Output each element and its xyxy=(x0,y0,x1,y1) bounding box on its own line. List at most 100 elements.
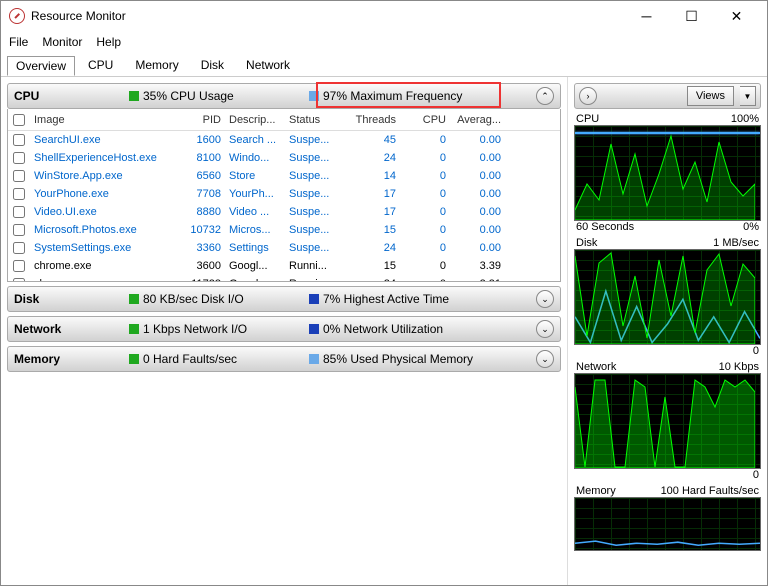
table-row[interactable]: chrome.exe11728Googl...Runni...2402.31 xyxy=(8,275,560,281)
cell-status: Runni... xyxy=(285,260,340,272)
table-body[interactable]: SearchUI.exe1600Search ...Suspe...4500.0… xyxy=(8,131,560,281)
section-network-header[interactable]: Network 1 Kbps Network I/O 0% Network Ut… xyxy=(7,316,561,342)
cell-avg: 0.00 xyxy=(450,188,505,200)
cell-cpu: 0 xyxy=(400,152,450,164)
cpu-collapse-icon[interactable]: ⌃ xyxy=(536,87,554,105)
cpu-freq-stat: 97% Maximum Frequency xyxy=(309,89,462,103)
cell-threads: 17 xyxy=(340,188,400,200)
row-checkbox[interactable] xyxy=(13,206,25,218)
views-button[interactable]: Views xyxy=(687,86,734,106)
cell-desc: Store xyxy=(225,170,285,182)
col-cpu[interactable]: CPU xyxy=(400,114,450,126)
disk-active-icon xyxy=(309,294,319,304)
cell-status: Runni... xyxy=(285,278,340,281)
memory-expand-icon[interactable]: ⌄ xyxy=(536,350,554,368)
col-avg[interactable]: Averag... xyxy=(450,114,505,126)
tab-disk[interactable]: Disk xyxy=(192,55,233,75)
cell-image: ShellExperienceHost.exe xyxy=(30,152,175,164)
col-pid[interactable]: PID xyxy=(175,114,225,126)
cell-threads: 15 xyxy=(340,260,400,272)
col-desc[interactable]: Descrip... xyxy=(225,114,285,126)
table-row[interactable]: YourPhone.exe7708YourPh...Suspe...1700.0… xyxy=(8,185,560,203)
cell-desc: Settings xyxy=(225,242,285,254)
col-threads[interactable]: Threads xyxy=(340,114,400,126)
net-io-icon xyxy=(129,324,139,334)
cell-image: WinStore.App.exe xyxy=(30,170,175,182)
net-util-icon xyxy=(309,324,319,334)
row-checkbox[interactable] xyxy=(13,188,25,200)
cell-desc: Googl... xyxy=(225,260,285,272)
cell-pid: 8880 xyxy=(175,206,225,218)
row-checkbox[interactable] xyxy=(13,152,25,164)
table-row[interactable]: SystemSettings.exe3360SettingsSuspe...24… xyxy=(8,239,560,257)
cell-desc: Windo... xyxy=(225,152,285,164)
disk-expand-icon[interactable]: ⌄ xyxy=(536,290,554,308)
cell-status: Suspe... xyxy=(285,242,340,254)
cell-image: SearchUI.exe xyxy=(30,134,175,146)
row-checkbox[interactable] xyxy=(13,260,25,272)
cell-status: Suspe... xyxy=(285,152,340,164)
table-row[interactable]: chrome.exe3600Googl...Runni...1503.39 xyxy=(8,257,560,275)
charts-collapse-icon[interactable]: › xyxy=(579,87,597,105)
chart-network-canvas xyxy=(574,373,761,469)
select-all-checkbox[interactable] xyxy=(13,114,25,126)
chart-cpu: CPU100% 60 Seconds0% xyxy=(574,113,761,233)
row-checkbox[interactable] xyxy=(13,170,25,182)
cell-desc: Googl... xyxy=(225,278,285,281)
cell-image: YourPhone.exe xyxy=(30,188,175,200)
menu-help[interactable]: Help xyxy=(96,35,121,49)
maximize-button[interactable]: ☐ xyxy=(669,2,714,30)
cell-avg: 2.31 xyxy=(450,278,505,281)
left-pane: CPU 35% CPU Usage 97% Maximum Frequency … xyxy=(1,77,567,585)
chart-network: Network10 Kbps 0 xyxy=(574,361,761,481)
cell-threads: 45 xyxy=(340,134,400,146)
cell-threads: 14 xyxy=(340,170,400,182)
row-checkbox[interactable] xyxy=(13,278,25,281)
minimize-button[interactable]: ─ xyxy=(624,2,669,30)
cell-image: Microsoft.Photos.exe xyxy=(30,224,175,236)
cell-pid: 8100 xyxy=(175,152,225,164)
cell-cpu: 0 xyxy=(400,224,450,236)
cell-cpu: 0 xyxy=(400,206,450,218)
table-header: Image PID Descrip... Status Threads CPU … xyxy=(8,109,560,131)
cell-desc: Search ... xyxy=(225,134,285,146)
table-row[interactable]: Video.UI.exe8880Video ...Suspe...1700.00 xyxy=(8,203,560,221)
tab-memory[interactable]: Memory xyxy=(126,55,187,75)
chart-memory-canvas xyxy=(574,497,761,551)
tab-cpu[interactable]: CPU xyxy=(79,55,122,75)
tab-network[interactable]: Network xyxy=(237,55,299,75)
section-memory-header[interactable]: Memory 0 Hard Faults/sec 85% Used Physic… xyxy=(7,346,561,372)
table-row[interactable]: WinStore.App.exe6560StoreSuspe...1400.00 xyxy=(8,167,560,185)
title-bar: Resource Monitor ─ ☐ ✕ xyxy=(1,1,767,31)
cell-image: chrome.exe xyxy=(30,278,175,281)
cell-threads: 17 xyxy=(340,206,400,218)
cell-status: Suspe... xyxy=(285,188,340,200)
views-dropdown-icon[interactable]: ▼ xyxy=(740,86,756,106)
section-cpu-header[interactable]: CPU 35% CPU Usage 97% Maximum Frequency … xyxy=(7,83,561,109)
network-expand-icon[interactable]: ⌄ xyxy=(536,320,554,338)
table-row[interactable]: Microsoft.Photos.exe10732Micros...Suspe.… xyxy=(8,221,560,239)
cell-cpu: 0 xyxy=(400,170,450,182)
row-checkbox[interactable] xyxy=(13,134,25,146)
section-disk-header[interactable]: Disk 80 KB/sec Disk I/O 7% Highest Activ… xyxy=(7,286,561,312)
cell-desc: YourPh... xyxy=(225,188,285,200)
close-button[interactable]: ✕ xyxy=(714,2,759,30)
col-status[interactable]: Status xyxy=(285,114,340,126)
cell-cpu: 0 xyxy=(400,278,450,281)
tab-bar: Overview CPU Memory Disk Network xyxy=(1,53,767,77)
table-row[interactable]: ShellExperienceHost.exe8100Windo...Suspe… xyxy=(8,149,560,167)
cell-avg: 0.00 xyxy=(450,242,505,254)
row-checkbox[interactable] xyxy=(13,242,25,254)
col-image[interactable]: Image xyxy=(30,114,175,126)
menu-file[interactable]: File xyxy=(9,35,28,49)
disk-io-icon xyxy=(129,294,139,304)
cell-avg: 0.00 xyxy=(450,134,505,146)
row-checkbox[interactable] xyxy=(13,224,25,236)
menu-monitor[interactable]: Monitor xyxy=(42,35,82,49)
right-pane: › Views ▼ CPU100% 60 Seconds0% Disk1 MB/… xyxy=(567,77,767,585)
tab-overview[interactable]: Overview xyxy=(7,56,75,76)
cpu-process-table: Image PID Descrip... Status Threads CPU … xyxy=(7,109,561,282)
table-row[interactable]: SearchUI.exe1600Search ...Suspe...4500.0… xyxy=(8,131,560,149)
cell-avg: 0.00 xyxy=(450,170,505,182)
cell-threads: 24 xyxy=(340,278,400,281)
